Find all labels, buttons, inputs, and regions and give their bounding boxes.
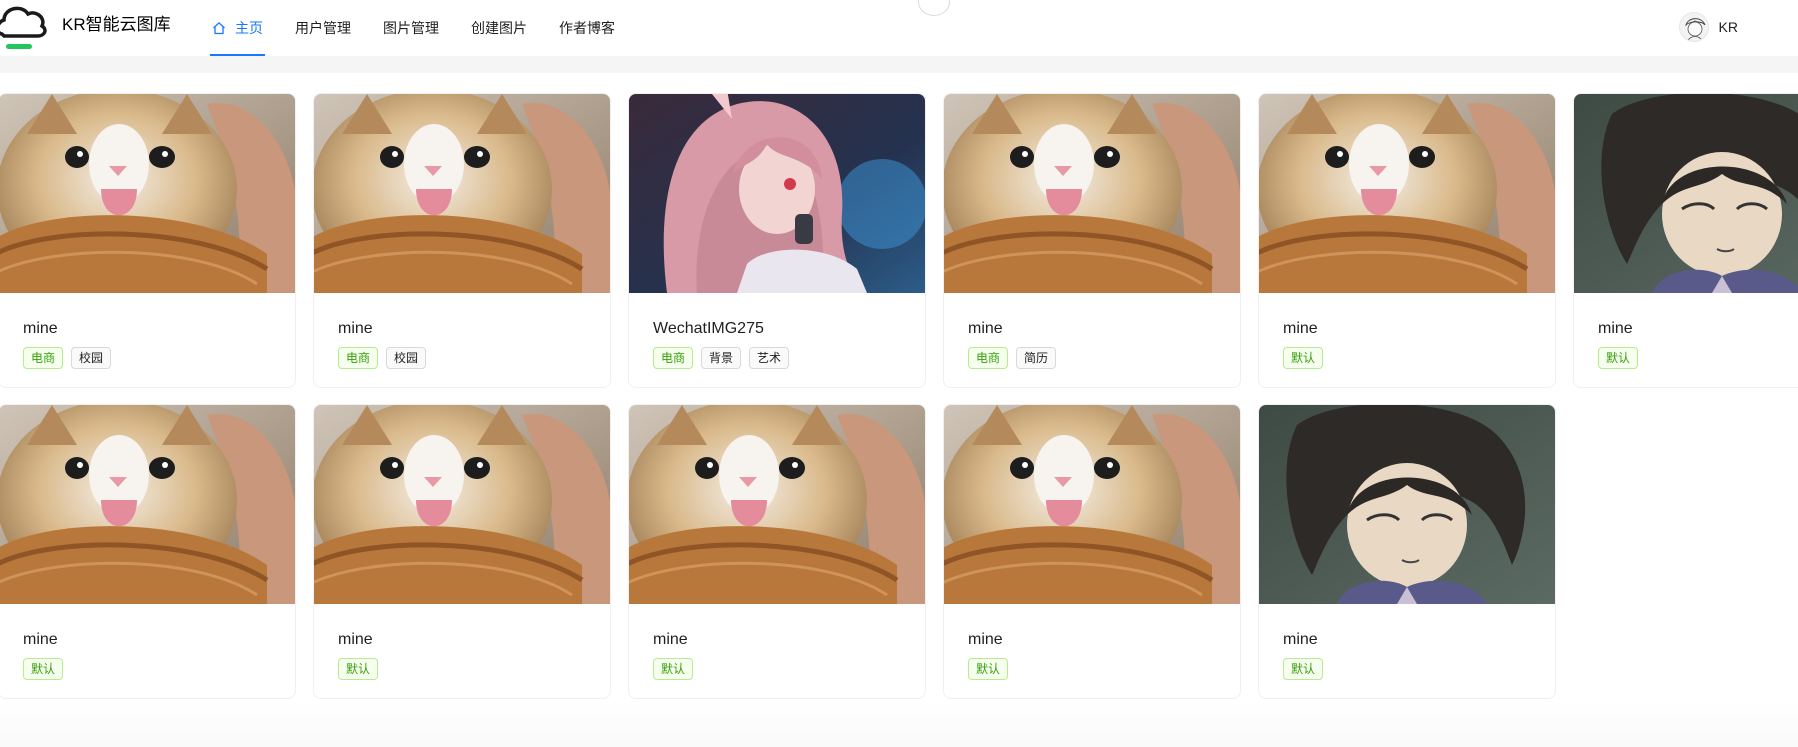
home-icon [213,22,225,35]
tag: 默认 [338,658,379,680]
picture-card[interactable]: mine 默认 [943,404,1241,699]
picture-title: mine [1283,320,1318,337]
picture-tags: 电商 校园 [23,347,119,369]
tag: 默认 [968,658,1009,680]
picture-card[interactable]: mine 电商 校园 [0,93,296,388]
app-title[interactable]: KR智能云图库 [62,13,171,37]
picture-tags: 默认 [968,658,1016,680]
nav-create-picture-label: 创建图片 [471,20,527,36]
anime-boy-image[interactable] [1574,94,1798,293]
picture-title: mine [968,631,1003,648]
picture-title: mine [1598,320,1633,337]
cat-toast-image[interactable] [944,94,1240,293]
picture-title: mine [338,320,373,337]
cat-toast-image[interactable] [629,405,925,604]
picture-title: mine [653,631,688,648]
tag: 电商 [968,347,1009,369]
anime-boy-image[interactable] [1259,405,1555,604]
picture-title: mine [338,631,373,648]
cloud-logo-icon[interactable] [0,0,48,52]
nav-user-management[interactable]: 用户管理 [279,0,367,56]
cat-toast-image[interactable] [1259,94,1555,293]
anime-girl-image[interactable] [629,94,925,293]
picture-title: mine [968,320,1003,337]
picture-tags: 电商 校园 [338,347,434,369]
nav-picture-management-label: 图片管理 [383,20,439,36]
cat-toast-image[interactable] [0,405,295,604]
picture-title: WechatIMG275 [653,320,764,337]
picture-tags: 电商 简历 [968,347,1064,369]
picture-tags: 电商 背景 艺术 [653,347,797,369]
cat-toast-image[interactable] [944,405,1240,604]
cat-toast-image[interactable] [0,94,295,293]
nav-author-blog-label: 作者博客 [559,20,615,36]
tag: 电商 [338,347,379,369]
tag: 简历 [1016,347,1057,369]
header-divider [0,56,1798,73]
picture-card[interactable]: mine 默认 [1258,404,1556,699]
tag: 艺术 [749,347,790,369]
avatar-sketch-icon [1684,18,1705,41]
picture-card[interactable]: mine 默认 [628,404,926,699]
nav-home-label: 主页 [235,20,263,36]
nav-create-picture[interactable]: 创建图片 [455,0,543,56]
picture-tags: 默认 [23,658,71,680]
picture-card[interactable]: mine 电商 简历 [943,93,1241,388]
tag: 背景 [701,347,742,369]
cat-toast-image[interactable] [314,405,610,604]
nav-picture-management[interactable]: 图片管理 [367,0,455,56]
nav-user-management-label: 用户管理 [295,20,351,36]
picture-card[interactable]: mine 电商 校园 [313,93,611,388]
tag: 校园 [71,347,112,369]
user-name: KR [1718,19,1738,35]
main-nav: 主页 用户管理 图片管理 创建图片 作者博客 [196,0,631,56]
picture-tags: 默认 [1283,347,1331,369]
picture-tags: 默认 [338,658,386,680]
tag: 默认 [1598,347,1639,369]
picture-tags: 默认 [1283,658,1331,680]
picture-card[interactable]: mine 默认 [0,404,296,699]
user-menu[interactable]: KR [1678,12,1738,42]
picture-title: mine [23,631,58,648]
tag: 默认 [1283,347,1324,369]
top-header: KR智能云图库 主页 用户管理 图片管理 创建图片 作者博客 KR [0,0,1798,56]
page-bottom [0,700,1798,747]
floating-pin-button[interactable] [918,0,950,16]
picture-card[interactable]: mine 默认 [1573,93,1798,388]
picture-title: mine [23,320,58,337]
picture-title: mine [1283,631,1318,648]
picture-card[interactable]: WechatIMG275 电商 背景 艺术 [628,93,926,388]
picture-tags: 默认 [1598,347,1646,369]
tag: 电商 [653,347,694,369]
cat-toast-image[interactable] [314,94,610,293]
tag: 电商 [23,347,64,369]
avatar[interactable] [1678,12,1709,42]
nav-author-blog[interactable]: 作者博客 [543,0,631,56]
picture-card[interactable]: mine 默认 [313,404,611,699]
nav-home[interactable]: 主页 [196,0,279,56]
tag: 默认 [23,658,64,680]
tag: 默认 [1283,658,1324,680]
picture-tags: 默认 [653,658,701,680]
tag: 校园 [386,347,427,369]
tag: 默认 [653,658,694,680]
picture-card[interactable]: mine 默认 [1258,93,1556,388]
